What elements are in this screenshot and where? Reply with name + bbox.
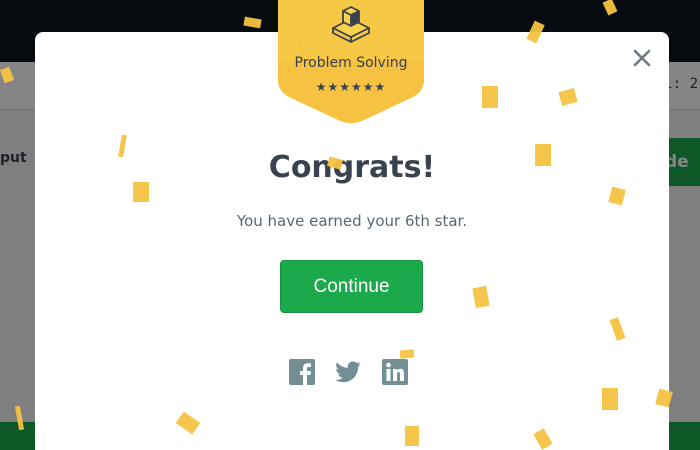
confetti-piece: [535, 144, 551, 166]
achievement-badge: Problem Solving ★★★★★★: [278, 0, 424, 125]
cube-on-platform-icon: [332, 6, 370, 43]
confetti-piece: [405, 426, 419, 446]
share-facebook-button[interactable]: [288, 358, 316, 386]
twitter-icon: [335, 361, 361, 383]
confetti-piece: [602, 388, 618, 410]
confetti-piece: [133, 182, 149, 202]
share-twitter-button[interactable]: [334, 358, 362, 386]
facebook-icon: [289, 359, 315, 385]
badge-title: Problem Solving: [294, 55, 408, 71]
congrats-heading: Congrats!: [268, 150, 436, 185]
close-button[interactable]: [630, 46, 654, 70]
linkedin-icon: [382, 359, 408, 385]
close-icon: [633, 49, 651, 67]
earned-message: You have earned your 6th star.: [236, 212, 468, 230]
share-linkedin-button[interactable]: [381, 358, 409, 386]
confetti-piece: [399, 349, 415, 359]
badge-stars: ★★★★★★: [315, 80, 387, 94]
continue-button[interactable]: Continue: [280, 260, 423, 313]
confetti-piece: [482, 86, 498, 108]
